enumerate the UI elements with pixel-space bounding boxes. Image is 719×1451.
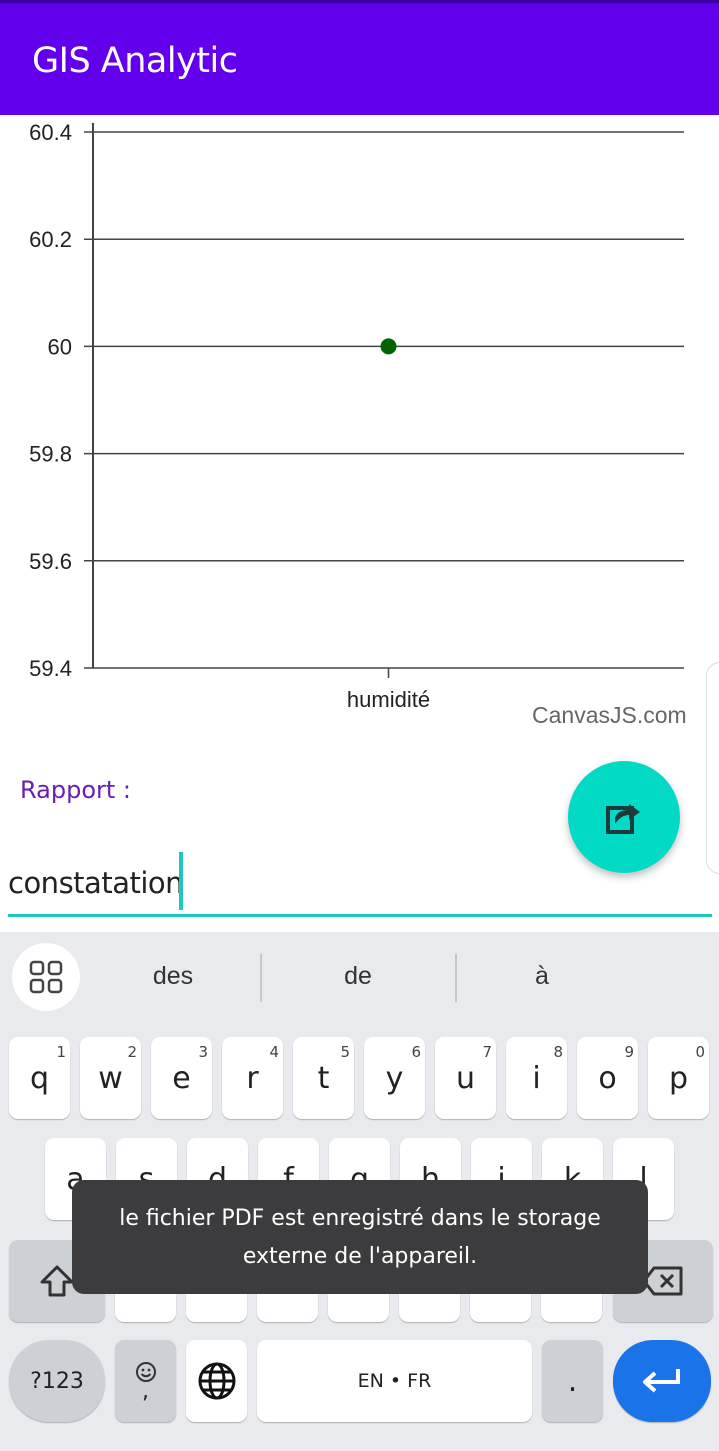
enter-arrow-icon: [643, 1369, 680, 1393]
key-e-hint: 3: [198, 1043, 208, 1061]
rapport-input-field[interactable]: constatation: [8, 848, 712, 920]
key-u[interactable]: u7: [435, 1037, 496, 1119]
app-title: GIS Analytic: [32, 41, 238, 81]
key-r-label: r: [246, 1060, 259, 1096]
toast-line-1: le fichier PDF est enregistré dans le st…: [119, 1206, 601, 1231]
suggestion-2[interactable]: de: [298, 962, 418, 991]
language-key[interactable]: [186, 1340, 247, 1422]
data-point[interactable]: [380, 338, 397, 355]
y-tick-label: 60.4: [29, 120, 72, 145]
key-w-hint: 2: [127, 1043, 137, 1061]
key-o-hint: 9: [624, 1043, 634, 1061]
suggestion-1[interactable]: des: [113, 962, 233, 991]
rapport-input-value: constatation: [8, 866, 184, 900]
key-u-hint: 7: [482, 1043, 492, 1061]
symbols-key[interactable]: ?123: [9, 1340, 105, 1422]
key-w[interactable]: w2: [80, 1037, 141, 1119]
chart-points: [380, 338, 397, 355]
apps-grid-icon: [29, 960, 63, 994]
key-r[interactable]: r4: [222, 1037, 283, 1119]
key-i-label: i: [532, 1060, 541, 1096]
key-t-hint: 5: [340, 1043, 350, 1061]
suggestion-divider: [260, 954, 262, 1002]
key-p[interactable]: p0: [648, 1037, 709, 1119]
toast-line-2: externe de l'appareil.: [242, 1244, 478, 1269]
suggestion-3[interactable]: à: [482, 962, 602, 991]
period-key[interactable]: .: [542, 1340, 603, 1422]
key-u-label: u: [455, 1060, 475, 1096]
key-i-hint: 8: [553, 1043, 563, 1061]
keyboard-menu-button[interactable]: [12, 943, 80, 1011]
edit-share-icon: [606, 804, 640, 834]
humidity-chart: 60.4 60.2 60 59.8 59.6 59.4 humidité: [29, 120, 684, 712]
key-e-label: e: [172, 1060, 191, 1096]
input-underline: [8, 914, 712, 917]
y-tick-label: 59.4: [29, 656, 72, 681]
key-y[interactable]: y6: [364, 1037, 425, 1119]
y-tick-label: 59.6: [29, 549, 72, 574]
emoji-comma-key[interactable]: ,: [115, 1340, 176, 1422]
y-axis-ticks: 60.4 60.2 60 59.8 59.6 59.4: [29, 120, 72, 681]
key-p-hint: 0: [695, 1043, 705, 1061]
suggestion-divider: [455, 954, 457, 1002]
y-tick-label: 60.2: [29, 227, 72, 252]
app-bar: GIS Analytic: [0, 0, 719, 115]
chart-gridlines: [84, 131, 684, 669]
rapport-label: Rapport :: [20, 776, 131, 804]
backspace-icon: [642, 1266, 683, 1296]
key-o[interactable]: o9: [577, 1037, 638, 1119]
y-tick-label: 59.8: [29, 442, 72, 467]
key-q-hint: 1: [56, 1043, 66, 1061]
globe-icon: [198, 1362, 235, 1400]
key-y-hint: 6: [411, 1043, 421, 1061]
chart-credit[interactable]: CanvasJS.com: [532, 702, 687, 729]
side-edge-handle[interactable]: [706, 662, 719, 874]
key-q[interactable]: q1: [9, 1037, 70, 1119]
key-r-hint: 4: [269, 1043, 279, 1061]
key-p-label: p: [668, 1060, 689, 1096]
key-e[interactable]: e3: [151, 1037, 212, 1119]
comma-label: ,: [142, 1379, 149, 1404]
key-q-label: q: [29, 1060, 50, 1096]
key-t[interactable]: t5: [293, 1037, 354, 1119]
key-i[interactable]: i8: [506, 1037, 567, 1119]
key-y-label: y: [385, 1060, 404, 1096]
key-w-label: w: [98, 1060, 123, 1096]
x-axis-ticks: humidité: [347, 668, 430, 712]
space-bar[interactable]: EN • FR: [257, 1340, 532, 1422]
shift-arrow-icon: [40, 1265, 74, 1297]
y-tick-label: 60: [48, 334, 72, 359]
key-t-label: t: [317, 1060, 330, 1096]
key-o-label: o: [598, 1060, 617, 1096]
x-tick-label: humidité: [347, 687, 430, 712]
toast-message: le fichier PDF est enregistré dans le st…: [72, 1180, 648, 1294]
text-caret: [179, 852, 183, 910]
enter-key[interactable]: [613, 1340, 711, 1422]
